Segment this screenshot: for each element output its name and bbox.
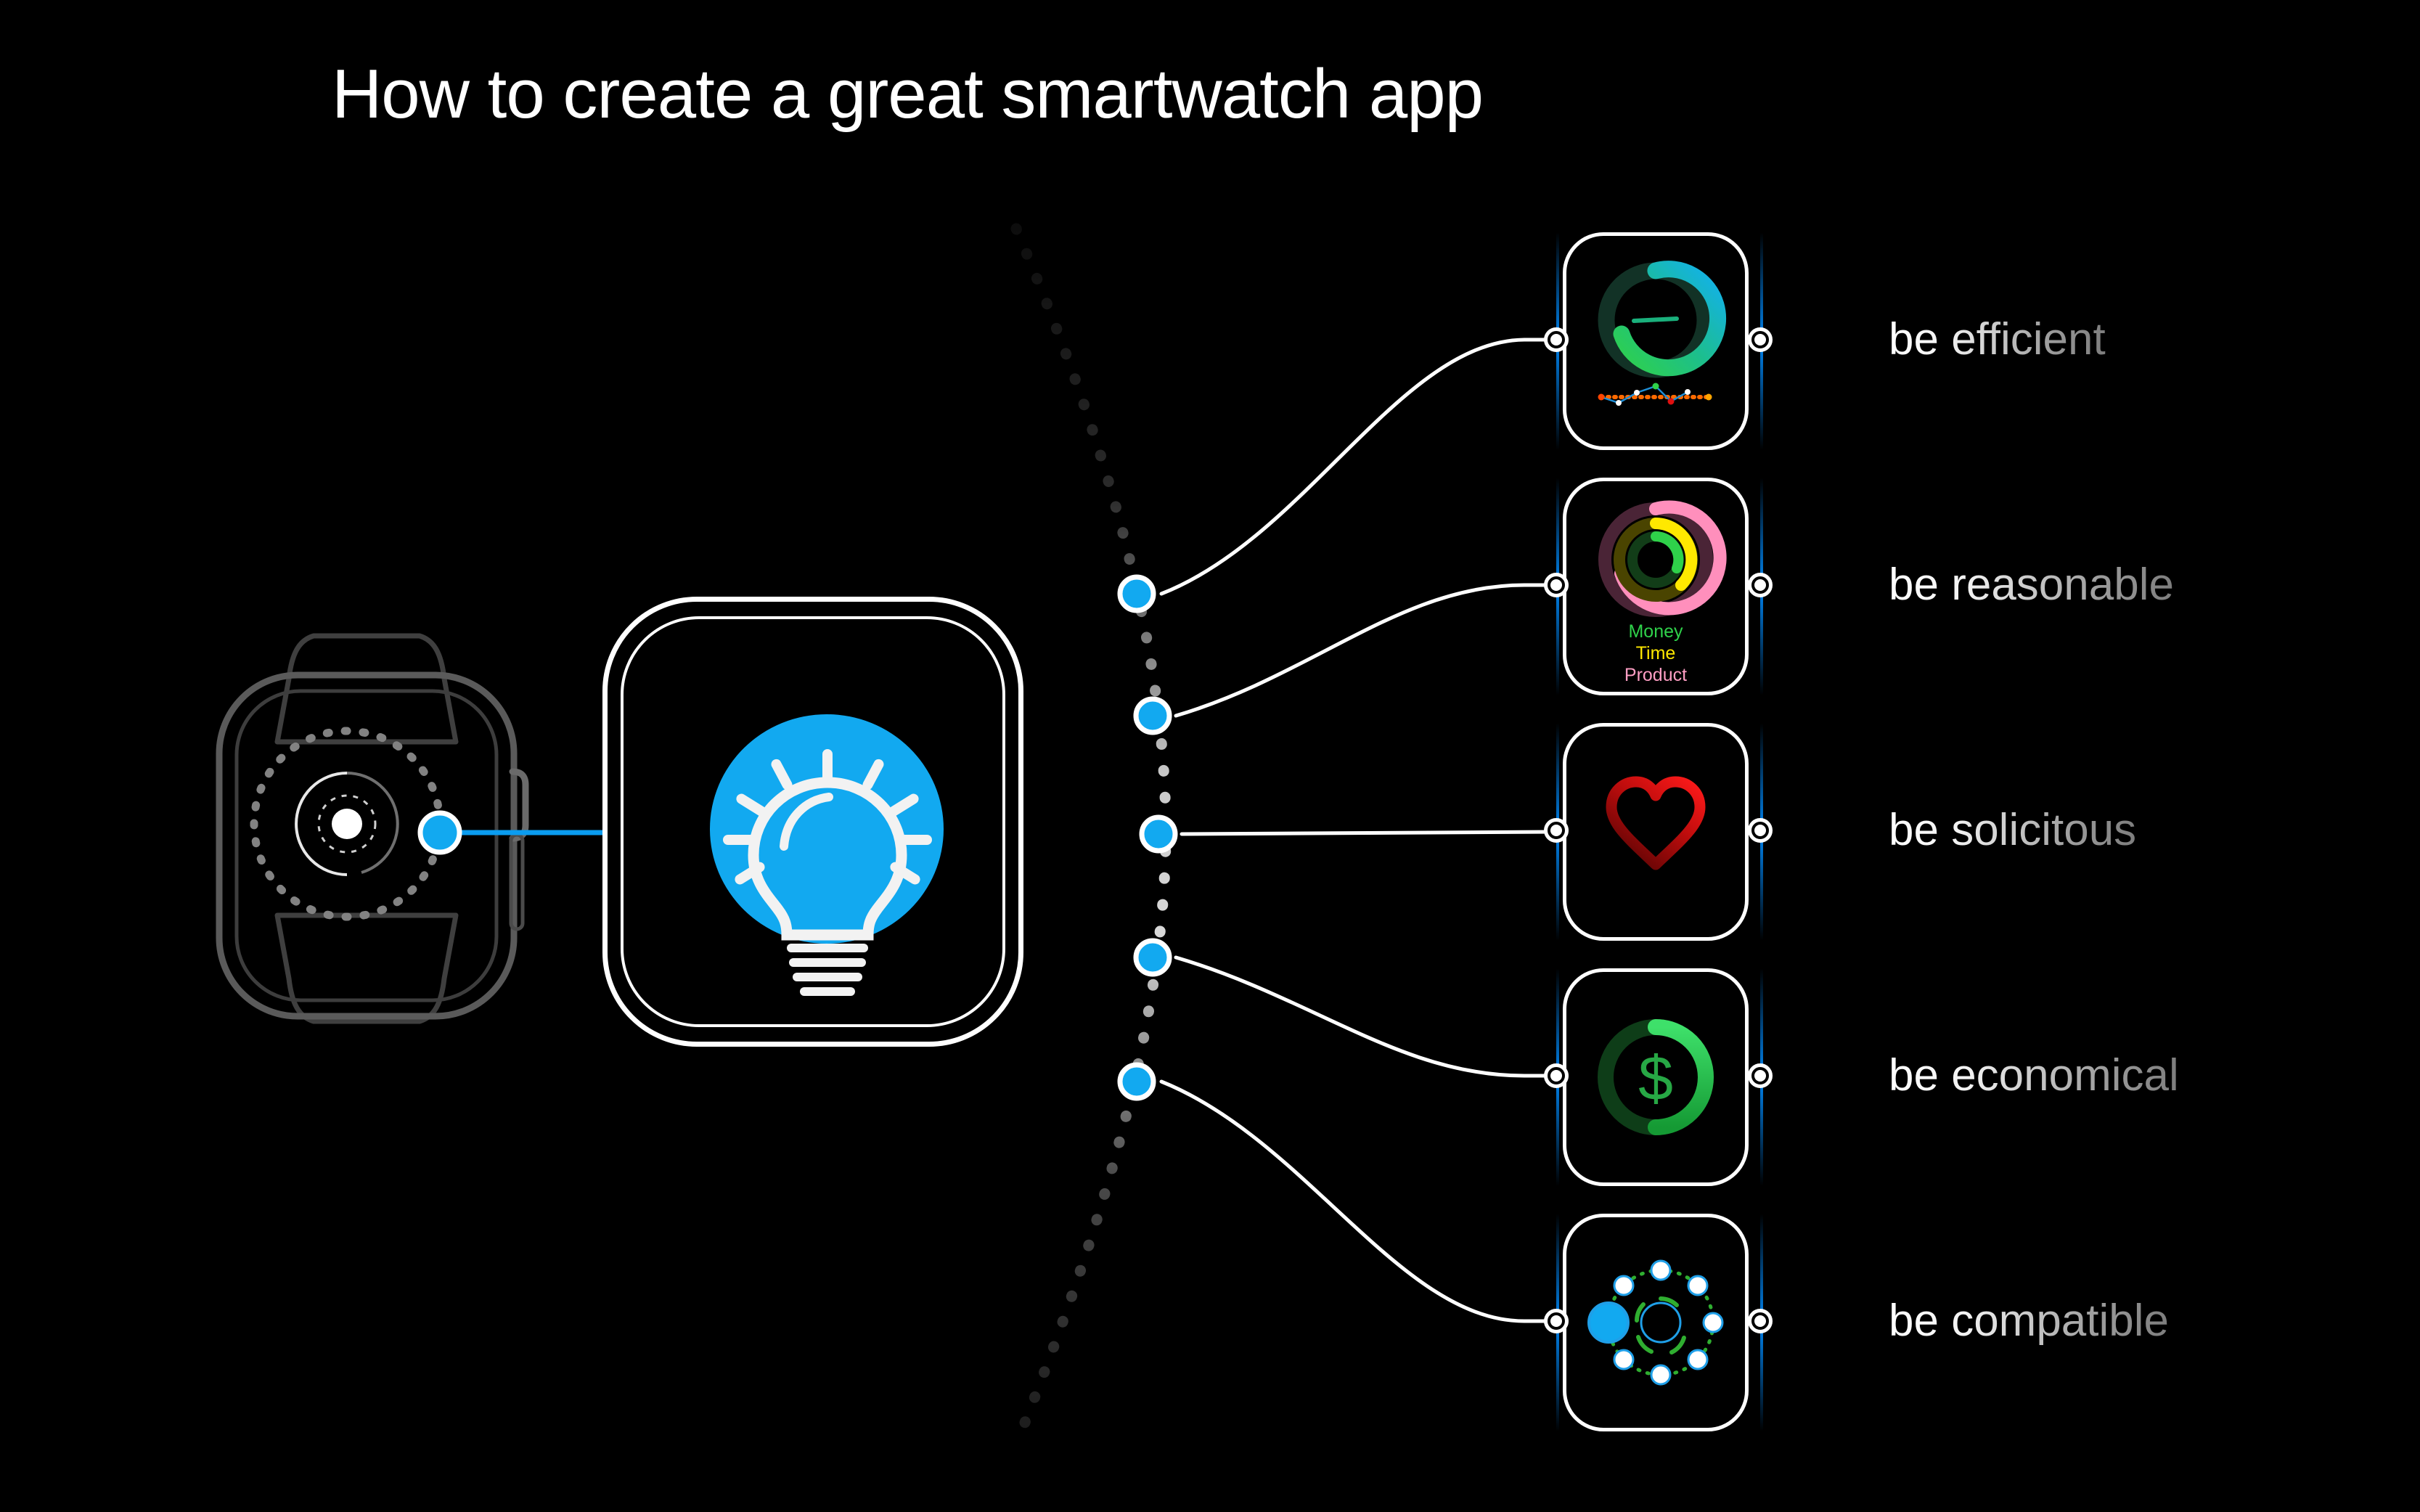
ring-legend: Money Time Product: [1566, 621, 1745, 686]
endpoint-left-solicitous[interactable]: [1544, 818, 1569, 843]
endpoint-right-solicitous[interactable]: [1748, 818, 1773, 843]
endpoint-left-efficient[interactable]: [1544, 327, 1569, 352]
connector-reasonable: [1174, 583, 1553, 718]
connector-economical: [1174, 955, 1553, 1078]
central-idea-watch[interactable]: [602, 597, 1023, 1047]
feature-card-reasonable[interactable]: Money Time Product: [1563, 478, 1749, 695]
endpoint-right-economical[interactable]: [1748, 1063, 1773, 1088]
network-orbit-nodes-icon: [1587, 1259, 1724, 1386]
feature-card-compatible[interactable]: [1563, 1214, 1749, 1431]
ring-legend-time: Time: [1635, 643, 1676, 663]
endpoint-left-reasonable[interactable]: [1544, 573, 1569, 597]
feature-label-compatible: be compatible: [1889, 1296, 2170, 1346]
feature-label-solicitous: be solicitous: [1889, 805, 2137, 855]
connector-solicitous: [1180, 830, 1553, 836]
connector-compatible: [1159, 1079, 1553, 1323]
smartwatch-illustration: [216, 633, 529, 1024]
endpoint-right-efficient[interactable]: [1748, 327, 1773, 352]
spine-node-1: [1117, 574, 1156, 613]
feature-connectors: [1159, 338, 1553, 1323]
feature-label-reasonable: be reasonable: [1889, 560, 2174, 610]
dollar-progress-ring-icon: $: [1598, 1019, 1714, 1135]
page-title: How to create a great smartwatch app: [331, 55, 1484, 133]
infographic-canvas: How to create a great smartwatch app be …: [0, 0, 2420, 1512]
source-to-hub-connector: [417, 810, 602, 855]
feature-card-economical[interactable]: $: [1563, 968, 1749, 1186]
source-smartwatch-layer: [216, 633, 602, 1024]
orbit-nodes: [1613, 1259, 1724, 1386]
feature-card-solicitous[interactable]: [1563, 723, 1749, 941]
connector-layer: [1010, 223, 1553, 1450]
dollar-symbol: $: [1638, 1044, 1673, 1113]
spine-node-3: [1139, 814, 1178, 854]
spine-node-4: [1133, 938, 1172, 977]
ring-legend-money: Money: [1628, 621, 1683, 642]
trend-chart: [1598, 383, 1712, 406]
feature-label-efficient: be efficient: [1889, 314, 2106, 364]
endpoint-right-compatible[interactable]: [1748, 1309, 1773, 1333]
ring-legend-product: Product: [1624, 665, 1688, 685]
active-orbit-node: [1587, 1301, 1630, 1344]
endpoint-right-reasonable[interactable]: [1748, 573, 1773, 597]
spine-nodes[interactable]: [1117, 574, 1178, 1101]
heart-icon: [1606, 776, 1706, 870]
feature-card-efficient[interactable]: [1563, 232, 1749, 450]
connector-efficient: [1159, 338, 1553, 596]
endpoint-left-compatible[interactable]: [1544, 1309, 1569, 1333]
endpoint-left-economical[interactable]: [1544, 1063, 1569, 1088]
activity-ring-with-trend-chart-icon: [1598, 261, 1726, 406]
feature-label-economical: be economical: [1889, 1050, 2179, 1100]
dotted-divider-arc: [1010, 223, 1172, 1450]
spine-node-2: [1133, 696, 1172, 735]
watch-screen-radar-graphic: [250, 727, 444, 921]
lightbulb-icon: [723, 749, 932, 996]
spine-node-5: [1117, 1062, 1156, 1101]
